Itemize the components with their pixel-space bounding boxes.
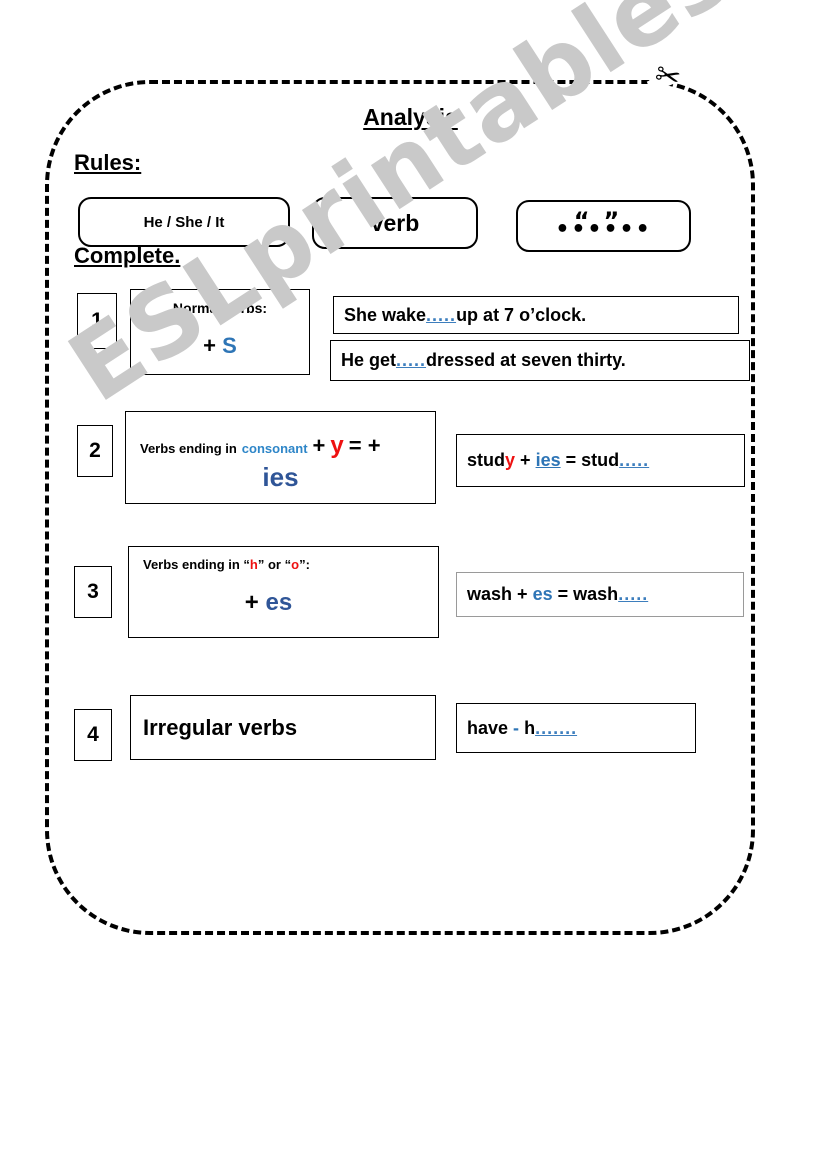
- row-number-3: 3: [74, 566, 112, 618]
- chip-verb-label: verb: [370, 209, 420, 236]
- row-number-4: 4: [74, 709, 112, 761]
- exercise-1b-pre: He get: [341, 350, 397, 370]
- exercise-1b-blank[interactable]: .....: [396, 350, 426, 371]
- rule-2-pre: Verbs ending in: [140, 441, 237, 456]
- exercise-4-dash: -: [513, 717, 520, 738]
- rule-1-title: Normal verbs:: [172, 300, 268, 316]
- rule-3-plus: +: [244, 589, 259, 616]
- complete-heading: Complete.: [74, 243, 181, 268]
- chip-subject-label: He / She / It: [143, 213, 225, 231]
- row-number-4-label: 4: [87, 723, 99, 746]
- worksheet-content: Analysis Rules: He / She / It verb “” ••…: [0, 0, 821, 1161]
- rule-2-equals: = +: [348, 433, 381, 458]
- exercise-4-word: have: [467, 717, 509, 738]
- exercise-4[interactable]: have - h.......: [456, 703, 696, 753]
- chip-verb: verb: [312, 197, 478, 249]
- rule-4-label: Irregular verbs: [143, 714, 298, 740]
- rule-3-suffix: es: [265, 589, 293, 616]
- rule-2-consonant: consonant: [241, 441, 308, 456]
- rule-2-line1: Verbs ending in consonant + y = +: [140, 432, 430, 460]
- chip-subject: He / She / It: [78, 197, 290, 247]
- quote-dots: ••••••: [555, 217, 652, 242]
- exercise-1a-pre: She wake: [344, 304, 427, 325]
- rule-2-plus: +: [312, 433, 326, 458]
- rule-1-plus: +: [203, 333, 217, 358]
- exercise-3-suffix: es: [532, 584, 553, 604]
- exercise-2-suffix: ies: [535, 450, 561, 470]
- rule-3-formula: + es: [129, 589, 438, 617]
- exercise-2-plus: +: [520, 450, 531, 470]
- rule-2-suffix: ies: [262, 462, 299, 492]
- rule-1-formula: + S: [131, 333, 309, 359]
- exercise-1a-post: up at 7 o’clock.: [456, 304, 587, 325]
- rules-heading: Rules:: [74, 150, 142, 175]
- exercise-3-equals: =: [557, 584, 569, 604]
- rule-card-2: Verbs ending in consonant + y = + ies: [125, 411, 436, 504]
- row-number-1-label: 1: [91, 309, 103, 332]
- rule-card-4: Irregular verbs: [130, 695, 436, 760]
- exercise-2[interactable]: stud y + ies = stud.....: [456, 434, 745, 487]
- exercise-2-blank[interactable]: .....: [619, 450, 649, 471]
- exercise-2-equals: =: [565, 450, 577, 470]
- exercise-3-word: wash: [467, 584, 513, 604]
- rule-3-line1: Verbs ending in “h” or “o”:: [143, 557, 310, 572]
- row-number-3-label: 3: [87, 580, 99, 603]
- rule-card-1: Normal verbs: + S: [130, 289, 310, 375]
- rule-3-pre: Verbs ending in “: [143, 557, 250, 572]
- exercise-2-result: stud: [581, 450, 620, 470]
- exercise-4-result: h: [524, 717, 536, 738]
- rule-1-suffix: S: [222, 333, 237, 358]
- rule-3-letter-h: h: [249, 557, 258, 572]
- exercise-3-plus: +: [517, 584, 528, 604]
- exercise-2-word: stud: [467, 450, 505, 470]
- row-number-2: 2: [77, 425, 113, 477]
- rule-3-mid: ” or “: [257, 557, 292, 572]
- chip-ending: “” ••••••: [516, 200, 691, 252]
- page-title: Analysis: [363, 104, 458, 130]
- rule-card-3: Verbs ending in “h” or “o”: + es: [128, 546, 439, 638]
- exercise-1b[interactable]: He get..... dressed at seven thirty.: [330, 340, 750, 381]
- exercise-3[interactable]: wash + es = wash.....: [456, 572, 744, 617]
- chip-ending-quotes: “” ••••••: [549, 207, 659, 243]
- exercise-1a-blank[interactable]: .....: [426, 305, 456, 326]
- exercise-4-blank[interactable]: .......: [535, 718, 577, 739]
- exercise-1a[interactable]: She wake..... up at 7 o’clock.: [333, 296, 739, 334]
- exercise-1b-post: dressed at seven thirty.: [426, 350, 626, 370]
- row-number-2-label: 2: [89, 439, 101, 462]
- exercise-2-y: y: [505, 450, 516, 470]
- exercise-3-result: wash: [573, 584, 619, 604]
- rule-3-letter-o: o: [291, 557, 300, 572]
- row-number-1: 1: [77, 293, 117, 349]
- rule-2-y: y: [330, 432, 344, 459]
- rule-3-post: ”:: [299, 557, 310, 572]
- exercise-3-blank[interactable]: .....: [618, 584, 648, 605]
